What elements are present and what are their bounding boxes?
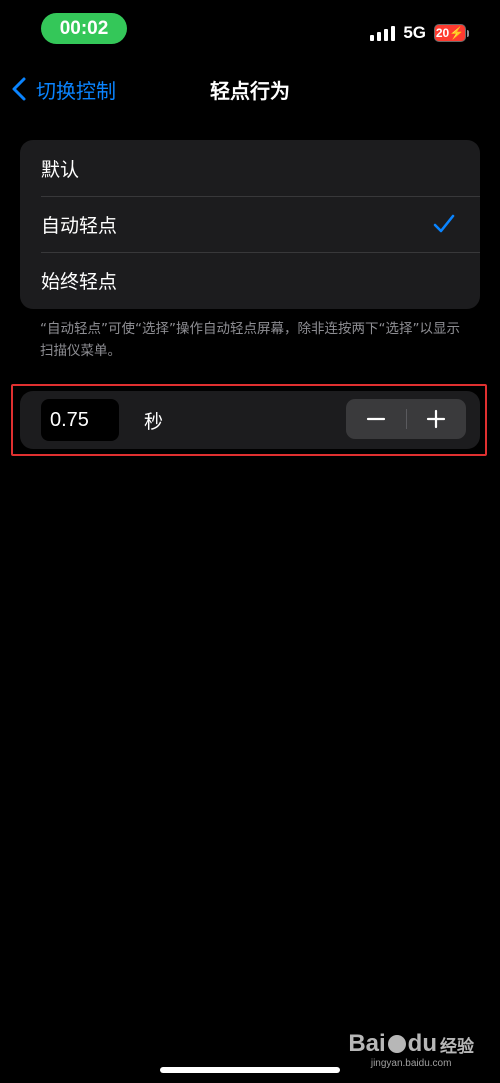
- option-auto-tap[interactable]: 自动轻点: [20, 196, 480, 252]
- delay-value-field[interactable]: 0.75: [41, 399, 119, 441]
- battery-level: 20: [435, 26, 450, 40]
- charging-bolt-icon: ⚡: [449, 26, 465, 40]
- watermark-url: jingyan.baidu.com: [370, 1058, 452, 1069]
- option-label: 自动轻点: [41, 214, 118, 237]
- increase-button[interactable]: [406, 399, 466, 439]
- baidu-jingyan-watermark: Bai du 经验 jingyan.baidu.com: [348, 1030, 474, 1069]
- status-time: 00:02: [41, 13, 127, 44]
- page-title: 轻点行为: [210, 79, 290, 103]
- delay-setting: 0.75 秒: [20, 391, 480, 449]
- network-label: 5G: [403, 23, 426, 42]
- screen: 00:02 5G 20 ⚡ 切换控制 轻点行为 默认 自动轻点 始终轻点 “自动…: [0, 0, 500, 1083]
- battery-icon: 20 ⚡: [434, 24, 469, 42]
- footnote: “自动轻点”可使“选择”操作自动轻点屏幕，除非连按两下“选择”以显示扫描仪菜单。: [40, 321, 460, 359]
- option-label: 始终轻点: [41, 270, 118, 293]
- option-label: 默认: [41, 158, 80, 181]
- tap-behavior-options: 默认 自动轻点 始终轻点: [20, 140, 480, 309]
- watermark-logo: Bai du 经验: [348, 1030, 474, 1057]
- home-indicator[interactable]: [160, 1067, 340, 1073]
- signal-icon: [370, 25, 396, 41]
- plus-icon: [427, 409, 446, 429]
- option-default[interactable]: 默认: [20, 140, 480, 196]
- delay-stepper: [346, 399, 466, 439]
- checkmark-icon: [433, 214, 455, 233]
- delay-unit-label: 秒: [144, 411, 164, 433]
- status-indicators: 5G 20 ⚡: [370, 22, 469, 44]
- minus-icon: [366, 417, 385, 421]
- decrease-button[interactable]: [346, 399, 406, 439]
- option-always-tap[interactable]: 始终轻点: [20, 252, 480, 308]
- paw-icon: [387, 1035, 406, 1053]
